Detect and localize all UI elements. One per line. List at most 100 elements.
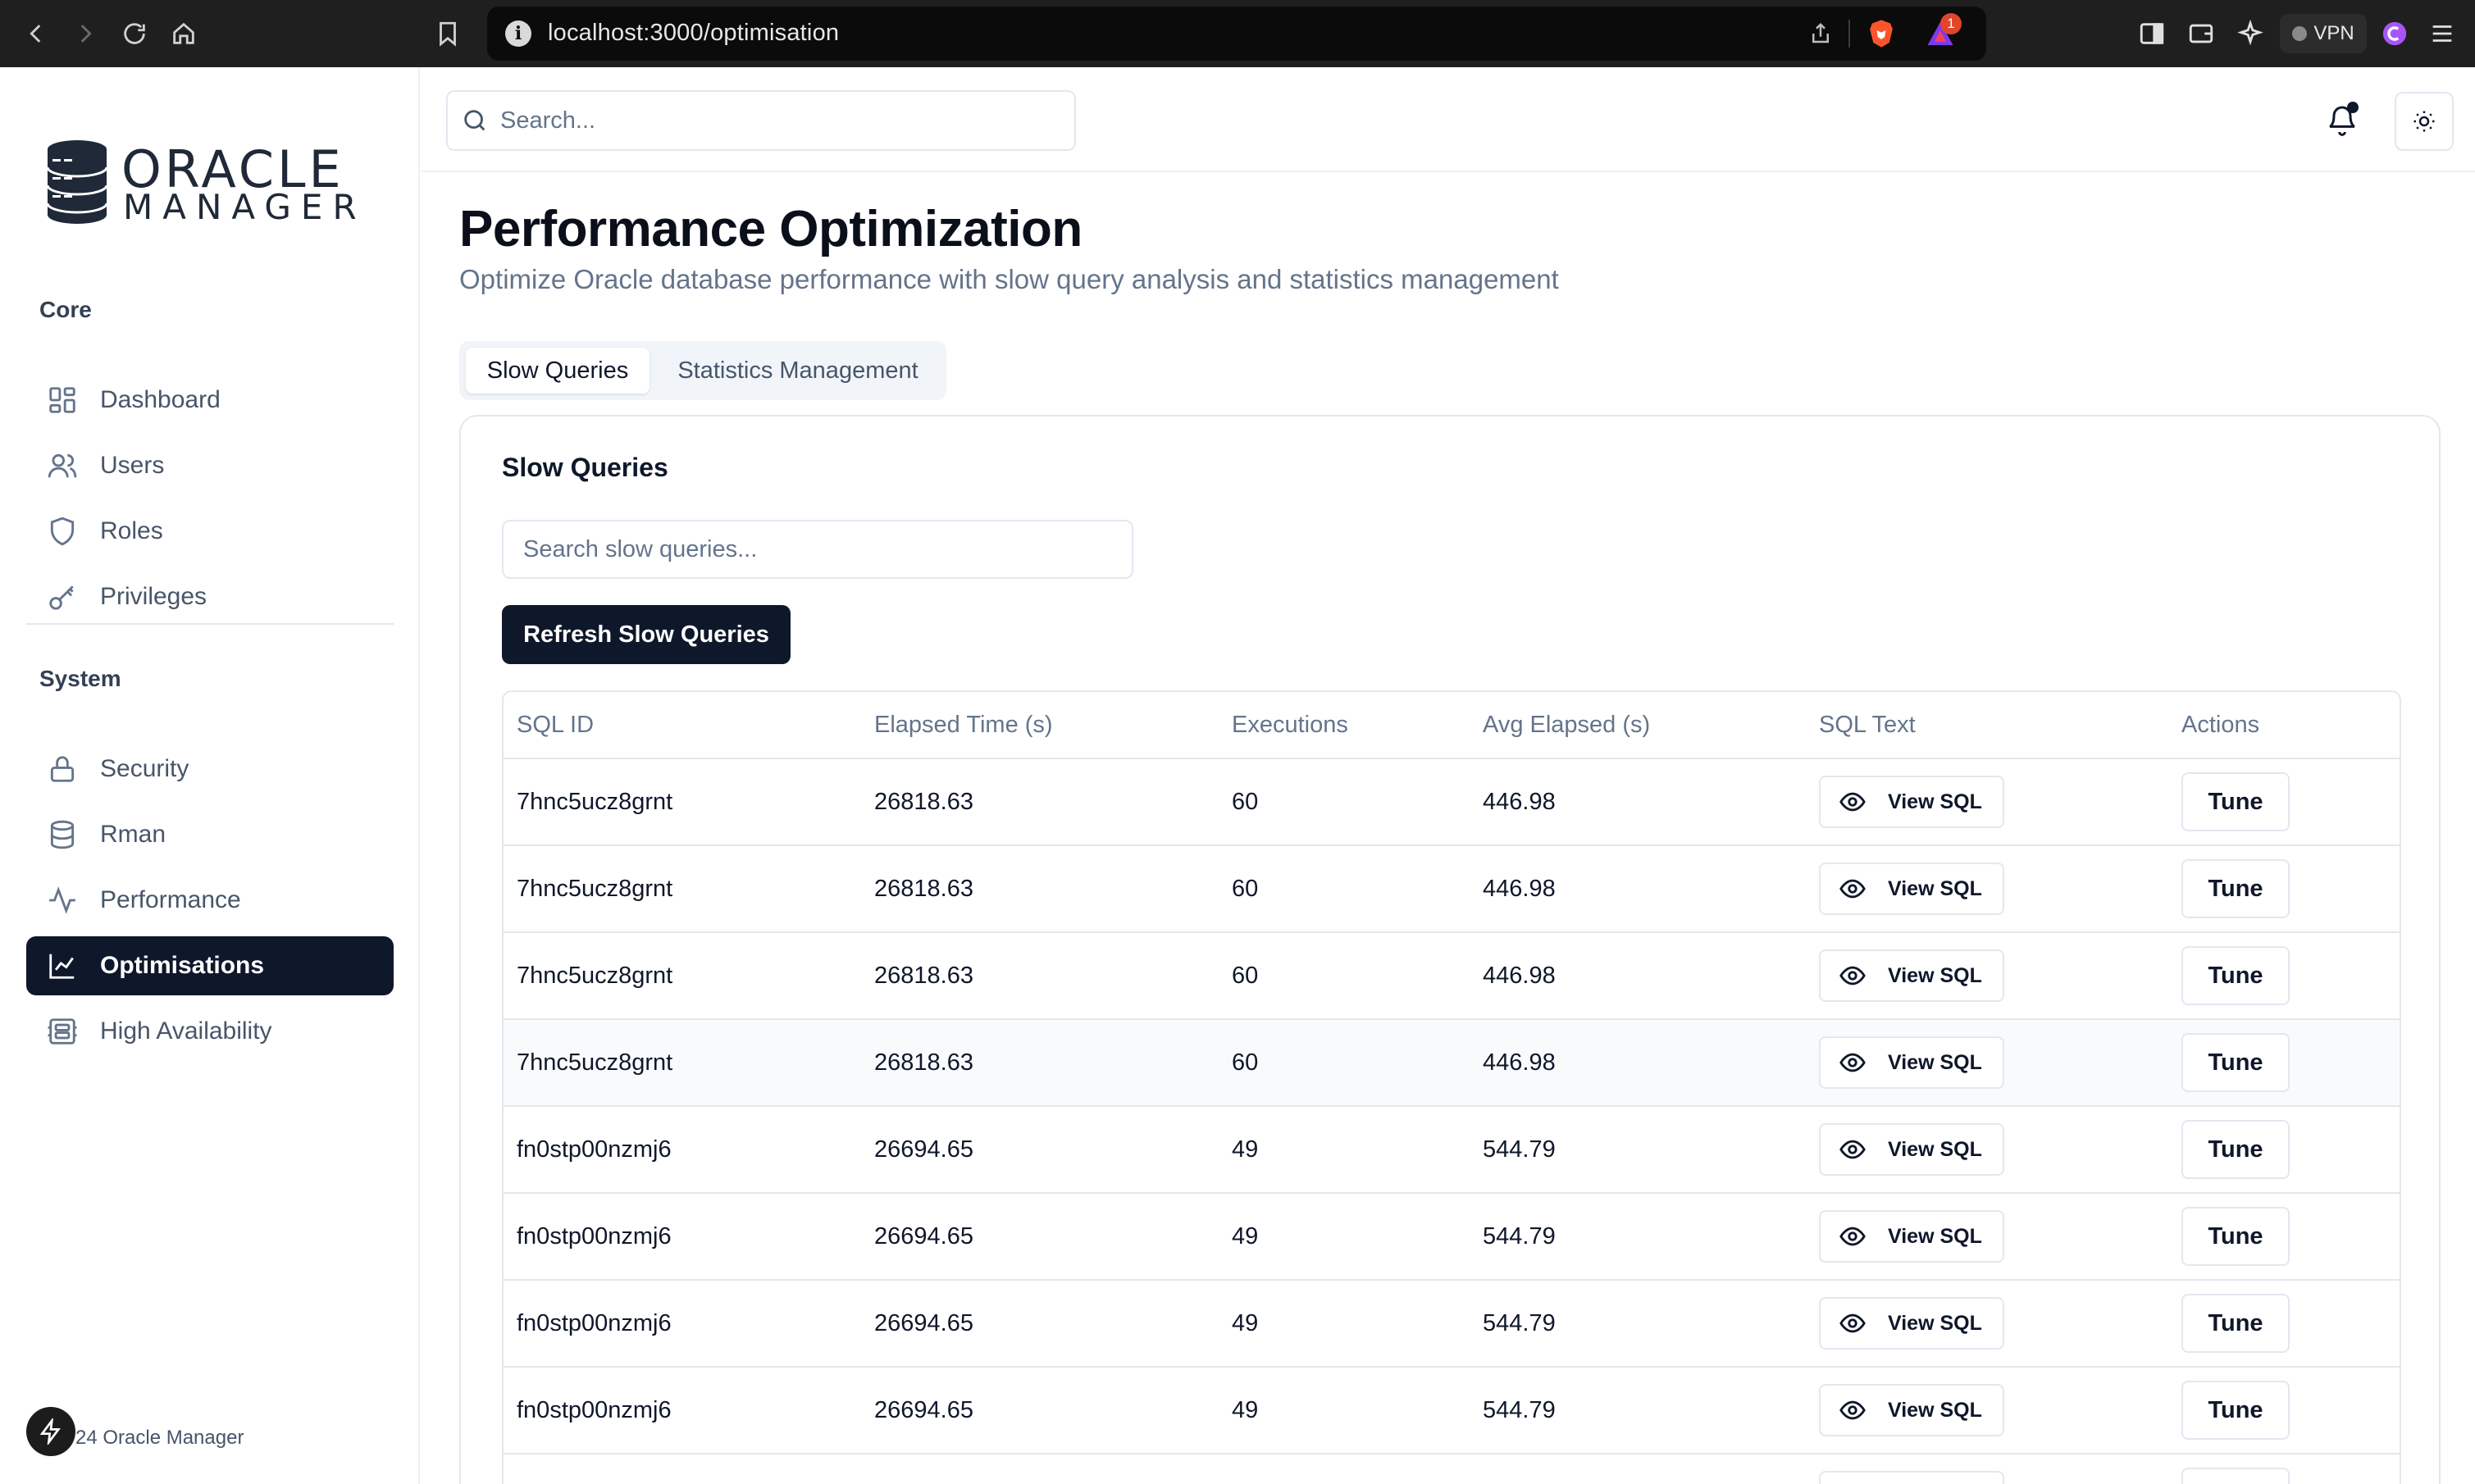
rewards-count-badge: 1 bbox=[1940, 13, 1962, 34]
menu-icon[interactable] bbox=[2423, 14, 2462, 53]
view-sql-button[interactable]: View SQL bbox=[1819, 1036, 2004, 1089]
view-sql-button[interactable]: View SQL bbox=[1819, 776, 2004, 828]
sidebar-item-privileges[interactable]: Privileges bbox=[26, 567, 394, 626]
tab-slow-queries[interactable]: Slow Queries bbox=[466, 348, 650, 394]
table-row[interactable]: fn0stp00nzmj6 26694.65 49 544.79 View SQL Tun… bbox=[504, 1107, 2400, 1194]
profile-avatar-icon[interactable] bbox=[2375, 14, 2414, 53]
cell-elapsed-time: 26818.63 bbox=[874, 963, 973, 989]
sidebar-toggle-icon[interactable] bbox=[2132, 14, 2172, 53]
cell-sql-id: 7hnc5ucz8grnt bbox=[517, 963, 673, 989]
table-row[interactable]: 7hnc5ucz8grnt 26818.63 60 446.98 View SQL Tun… bbox=[504, 1020, 2400, 1107]
tune-button[interactable]: Tune bbox=[2181, 1033, 2290, 1092]
column-header[interactable]: Avg Elapsed (s) bbox=[1483, 712, 1650, 739]
address-bar[interactable]: i localhost:3000/optimisation bbox=[487, 7, 1986, 61]
view-sql-label: View SQL bbox=[1888, 1224, 1982, 1248]
eye-icon bbox=[1839, 1140, 1866, 1159]
cell-executions: 49 bbox=[1232, 1310, 1259, 1336]
url-divider bbox=[1848, 20, 1850, 48]
slow-queries-search-input[interactable] bbox=[523, 535, 1114, 563]
tune-button[interactable]: Tune bbox=[2181, 1381, 2290, 1440]
table-row[interactable]: 7hnc5ucz8grnt 26818.63 60 446.98 View SQL Tun… bbox=[504, 846, 2400, 933]
brave-shield-icon[interactable] bbox=[1867, 19, 1896, 48]
card-title: Slow Queries bbox=[502, 453, 668, 482]
leo-ai-icon[interactable] bbox=[2231, 14, 2270, 53]
nav-section-system: System bbox=[39, 666, 121, 691]
view-sql-button[interactable]: View SQL bbox=[1819, 1384, 2004, 1436]
table-row[interactable]: fn0stp00nzmj6 26694.65 49 544.79 View SQL Tun… bbox=[504, 1281, 2400, 1368]
view-sql-button[interactable]: View SQL bbox=[1819, 863, 2004, 915]
column-header[interactable]: Actions bbox=[2181, 712, 2259, 739]
view-sql-button[interactable]: View SQL bbox=[1819, 1297, 2004, 1350]
global-search[interactable] bbox=[446, 90, 1076, 151]
tune-button[interactable]: Tune bbox=[2181, 1294, 2290, 1353]
sidebar-item-rman[interactable]: Rman bbox=[26, 805, 394, 864]
cell-avg-elapsed: 544.79 bbox=[1483, 1223, 1556, 1250]
share-icon[interactable] bbox=[1806, 19, 1835, 48]
table-row[interactable]: View SQL Tune bbox=[504, 1454, 2400, 1484]
bookmark-icon[interactable] bbox=[428, 14, 467, 53]
vpn-label: VPN bbox=[2313, 22, 2354, 44]
tune-button[interactable]: Tune bbox=[2181, 772, 2290, 831]
tune-button[interactable]: Tune bbox=[2181, 859, 2290, 918]
sidebar: ORACLE MANAGER Core Dashboard Users Role… bbox=[0, 67, 420, 1484]
column-header[interactable]: Elapsed Time (s) bbox=[874, 712, 1053, 739]
sidebar-item-optimisations[interactable]: Optimisations bbox=[26, 936, 394, 995]
slow-queries-search[interactable] bbox=[502, 520, 1133, 579]
notifications-button[interactable] bbox=[2321, 98, 2363, 141]
sidebar-item-performance[interactable]: Performance bbox=[26, 871, 394, 930]
column-header[interactable]: Executions bbox=[1232, 712, 1348, 739]
table-row[interactable]: fn0stp00nzmj6 26694.65 49 544.79 View SQL Tun… bbox=[504, 1194, 2400, 1281]
column-header[interactable]: SQL ID bbox=[517, 712, 594, 739]
reload-icon[interactable] bbox=[115, 14, 154, 53]
nav-section-core: Core bbox=[39, 297, 92, 322]
url-text[interactable]: localhost:3000/optimisation bbox=[548, 20, 839, 47]
view-sql-label: View SQL bbox=[1888, 876, 1982, 900]
view-sql-label: View SQL bbox=[1888, 1137, 1982, 1161]
tune-button[interactable]: Tune bbox=[2181, 1468, 2290, 1484]
sidebar-item-label: Privileges bbox=[100, 583, 207, 610]
slow-queries-card: Slow Queries Refresh Slow Queries SQL ID… bbox=[459, 415, 2441, 1484]
sidebar-item-dashboard[interactable]: Dashboard bbox=[26, 371, 394, 430]
view-sql-button[interactable]: View SQL bbox=[1819, 949, 2004, 1002]
eye-icon bbox=[1839, 1400, 1866, 1420]
eye-icon bbox=[1839, 1227, 1866, 1246]
search-icon bbox=[464, 110, 485, 131]
users-icon bbox=[46, 449, 79, 482]
cell-executions: 49 bbox=[1232, 1136, 1259, 1163]
search-input[interactable] bbox=[500, 107, 1033, 134]
cell-avg-elapsed: 544.79 bbox=[1483, 1397, 1556, 1423]
view-sql-button[interactable]: View SQL bbox=[1819, 1210, 2004, 1263]
view-sql-button[interactable]: View SQL bbox=[1819, 1123, 2004, 1176]
table-row[interactable]: 7hnc5ucz8grnt 26818.63 60 446.98 View SQL Tun… bbox=[504, 759, 2400, 846]
back-icon[interactable] bbox=[16, 14, 56, 53]
table-row[interactable]: fn0stp00nzmj6 26694.65 49 544.79 View SQL Tun… bbox=[504, 1368, 2400, 1454]
tune-button[interactable]: Tune bbox=[2181, 1207, 2290, 1266]
tune-button[interactable]: Tune bbox=[2181, 1120, 2290, 1179]
cell-elapsed-time: 26818.63 bbox=[874, 876, 973, 902]
table-row[interactable]: 7hnc5ucz8grnt 26818.63 60 446.98 View SQL Tun… bbox=[504, 933, 2400, 1020]
view-sql-button[interactable]: View SQL bbox=[1819, 1471, 2004, 1484]
sidebar-item-roles[interactable]: Roles bbox=[26, 502, 394, 561]
cell-sql-id: 7hnc5ucz8grnt bbox=[517, 1049, 673, 1076]
sidebar-item-users[interactable]: Users bbox=[26, 436, 394, 495]
sidebar-item-high-availability[interactable]: High Availability bbox=[26, 1002, 394, 1061]
cell-sql-id: fn0stp00nzmj6 bbox=[517, 1136, 672, 1163]
refresh-slow-queries-button[interactable]: Refresh Slow Queries bbox=[502, 605, 791, 664]
site-info-icon[interactable]: i bbox=[505, 20, 531, 47]
page-title: Performance Optimization bbox=[459, 201, 1083, 257]
app-logo[interactable]: ORACLE MANAGER bbox=[46, 139, 358, 230]
sidebar-divider bbox=[26, 623, 394, 625]
database-icon bbox=[46, 818, 79, 851]
forward-icon[interactable] bbox=[66, 14, 105, 53]
quick-actions-button[interactable] bbox=[26, 1407, 75, 1456]
home-icon[interactable] bbox=[164, 14, 203, 53]
tune-button[interactable]: Tune bbox=[2181, 946, 2290, 1005]
theme-toggle-button[interactable] bbox=[2395, 92, 2454, 151]
vpn-button[interactable]: VPN bbox=[2280, 14, 2367, 53]
wallet-icon[interactable] bbox=[2181, 14, 2221, 53]
sidebar-item-security[interactable]: Security bbox=[26, 740, 394, 799]
tab-statistics-management[interactable]: Statistics Management bbox=[656, 348, 940, 394]
bolt-icon bbox=[39, 1418, 61, 1445]
eye-icon bbox=[1839, 1313, 1866, 1333]
column-header[interactable]: SQL Text bbox=[1819, 712, 1916, 739]
